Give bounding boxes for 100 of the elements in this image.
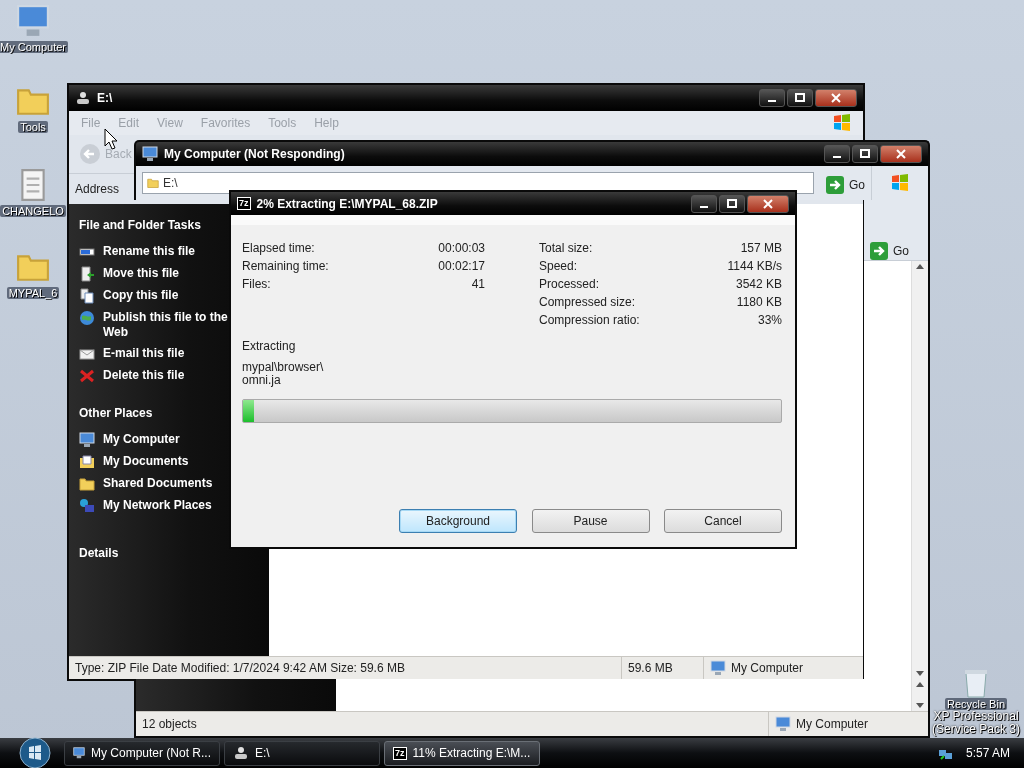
stat-label: Speed:	[539, 259, 578, 273]
address-label: Address	[75, 182, 120, 196]
scroll-up-icon[interactable]	[916, 681, 924, 687]
stat-label: Total size:	[539, 241, 593, 255]
windows-logo-icon	[891, 174, 909, 192]
task-link[interactable]: Delete this file	[79, 368, 185, 384]
maximize-button[interactable]	[787, 89, 813, 107]
go-arrow-icon	[826, 176, 844, 194]
close-icon	[831, 93, 841, 103]
place-link[interactable]: My Network Places	[79, 498, 212, 514]
computer-icon	[16, 4, 50, 38]
desktop-icon-label[interactable]: MYPAL_6	[6, 287, 60, 299]
stat-label: Elapsed time:	[242, 241, 315, 255]
taskbar-button[interactable]: E:\	[224, 740, 380, 766]
minimize-button[interactable]	[759, 89, 785, 107]
scrollbar[interactable]	[911, 679, 928, 711]
close-icon	[763, 198, 773, 209]
app-icon: 7z	[237, 197, 251, 210]
app-icon: 7z	[393, 746, 407, 760]
dialog-button[interactable]: Cancel	[664, 509, 782, 533]
pane-heading: Details	[79, 546, 120, 560]
go-button[interactable]: Go	[864, 242, 928, 260]
maximize-icon	[795, 93, 805, 103]
file-path: omni.ja	[242, 374, 281, 387]
close-button[interactable]	[747, 194, 789, 213]
file-path: mypal\browser\	[242, 361, 325, 374]
pane-heading: Other Places	[79, 406, 154, 420]
taskbar-button[interactable]: My Computer (Not R...	[64, 740, 220, 766]
task-link[interactable]: Copy this file	[79, 288, 179, 304]
dialog-button[interactable]: Background	[399, 509, 517, 533]
stat-value: 41	[471, 277, 485, 291]
recycle-bin-icon	[963, 668, 989, 698]
stat-value: 3542 KB	[735, 277, 782, 291]
close-icon	[896, 149, 906, 159]
dialog-title: 2% Extracting E:\MYPAL_68.ZIP	[256, 196, 439, 211]
close-button[interactable]	[815, 89, 857, 107]
task-link[interactable]: Publish this file to the Web	[79, 310, 233, 340]
network-icon	[79, 498, 95, 514]
stat-label: Processed:	[539, 277, 600, 291]
move-icon	[79, 266, 95, 282]
task-link[interactable]: E-mail this file	[79, 346, 185, 362]
task-link[interactable]: Rename this file	[79, 244, 196, 260]
clock: 5:57 AM	[965, 746, 1010, 760]
dialog-button[interactable]: Pause	[531, 509, 650, 533]
drive-user-icon	[75, 91, 91, 105]
maximize-icon	[727, 198, 737, 209]
desktop-icon-label[interactable]: CHANGELO	[0, 205, 66, 217]
drive-user-icon	[233, 746, 249, 760]
minimize-icon	[768, 100, 776, 102]
stat-value: 1180 KB	[736, 295, 782, 309]
globe-icon	[79, 310, 95, 326]
minimize-button[interactable]	[824, 145, 850, 163]
computer-icon	[79, 432, 95, 448]
maximize-button[interactable]	[852, 145, 878, 163]
scroll-down-icon[interactable]	[916, 703, 924, 709]
pane-heading: File and Folder Tasks	[79, 218, 202, 232]
scroll-up-icon[interactable]	[916, 263, 924, 269]
copy-icon	[79, 288, 95, 304]
minimize-icon	[833, 156, 841, 158]
start-button[interactable]	[18, 736, 52, 768]
desktop-icon-label[interactable]: Recycle Bin	[944, 698, 1007, 710]
status-text: My Computer	[768, 712, 928, 736]
stat-label: Compressed size:	[539, 295, 636, 309]
delete-icon	[79, 368, 95, 384]
scrollbar[interactable]	[911, 261, 928, 679]
cursor-icon	[104, 128, 118, 150]
maximize-icon	[860, 149, 870, 159]
status-text: Type: ZIP File Date Modified: 1/7/2024 9:42 AM Size: 59.6 MB	[74, 660, 406, 677]
stat-value: 1144 KB/s	[727, 259, 782, 273]
stat-value: 33%	[757, 313, 782, 327]
place-link[interactable]: My Computer	[79, 432, 180, 448]
computer-icon	[710, 660, 726, 676]
documents-folder-icon	[79, 454, 95, 470]
window-title: My Computer (Not Responding)	[164, 147, 346, 161]
minimize-button[interactable]	[691, 194, 717, 213]
windows-logo-icon	[833, 114, 851, 132]
folder-icon	[79, 476, 95, 492]
scroll-down-icon[interactable]	[916, 671, 924, 677]
task-link[interactable]: Move this file	[79, 266, 179, 282]
edition-text: (Service Pack 3)	[931, 723, 1020, 736]
computer-icon	[142, 146, 158, 162]
taskbar-button[interactable]: 7z 11% Extracting E:\M...	[384, 740, 540, 766]
folder-icon	[147, 177, 159, 189]
desktop-icon-label[interactable]: My Computer	[0, 41, 68, 53]
go-button[interactable]: Go	[820, 176, 871, 194]
place-link[interactable]: Shared Documents	[79, 476, 213, 492]
close-button[interactable]	[880, 145, 922, 163]
desktop-icon-label[interactable]: Tools	[18, 121, 48, 133]
stat-label: Files:	[242, 277, 271, 291]
computer-icon	[73, 745, 85, 761]
stat-label: Remaining time:	[242, 259, 329, 273]
place-link[interactable]: My Documents	[79, 454, 189, 470]
computer-icon	[775, 716, 791, 732]
stat-label: Compression ratio:	[539, 313, 640, 327]
status-text: 12 objects	[141, 716, 198, 733]
maximize-button[interactable]	[719, 194, 745, 213]
stat-value: 00:02:17	[438, 259, 485, 273]
stat-value: 157 MB	[740, 241, 782, 255]
extracting-label: Extracting	[242, 339, 297, 353]
window-title: E:\	[97, 91, 114, 105]
